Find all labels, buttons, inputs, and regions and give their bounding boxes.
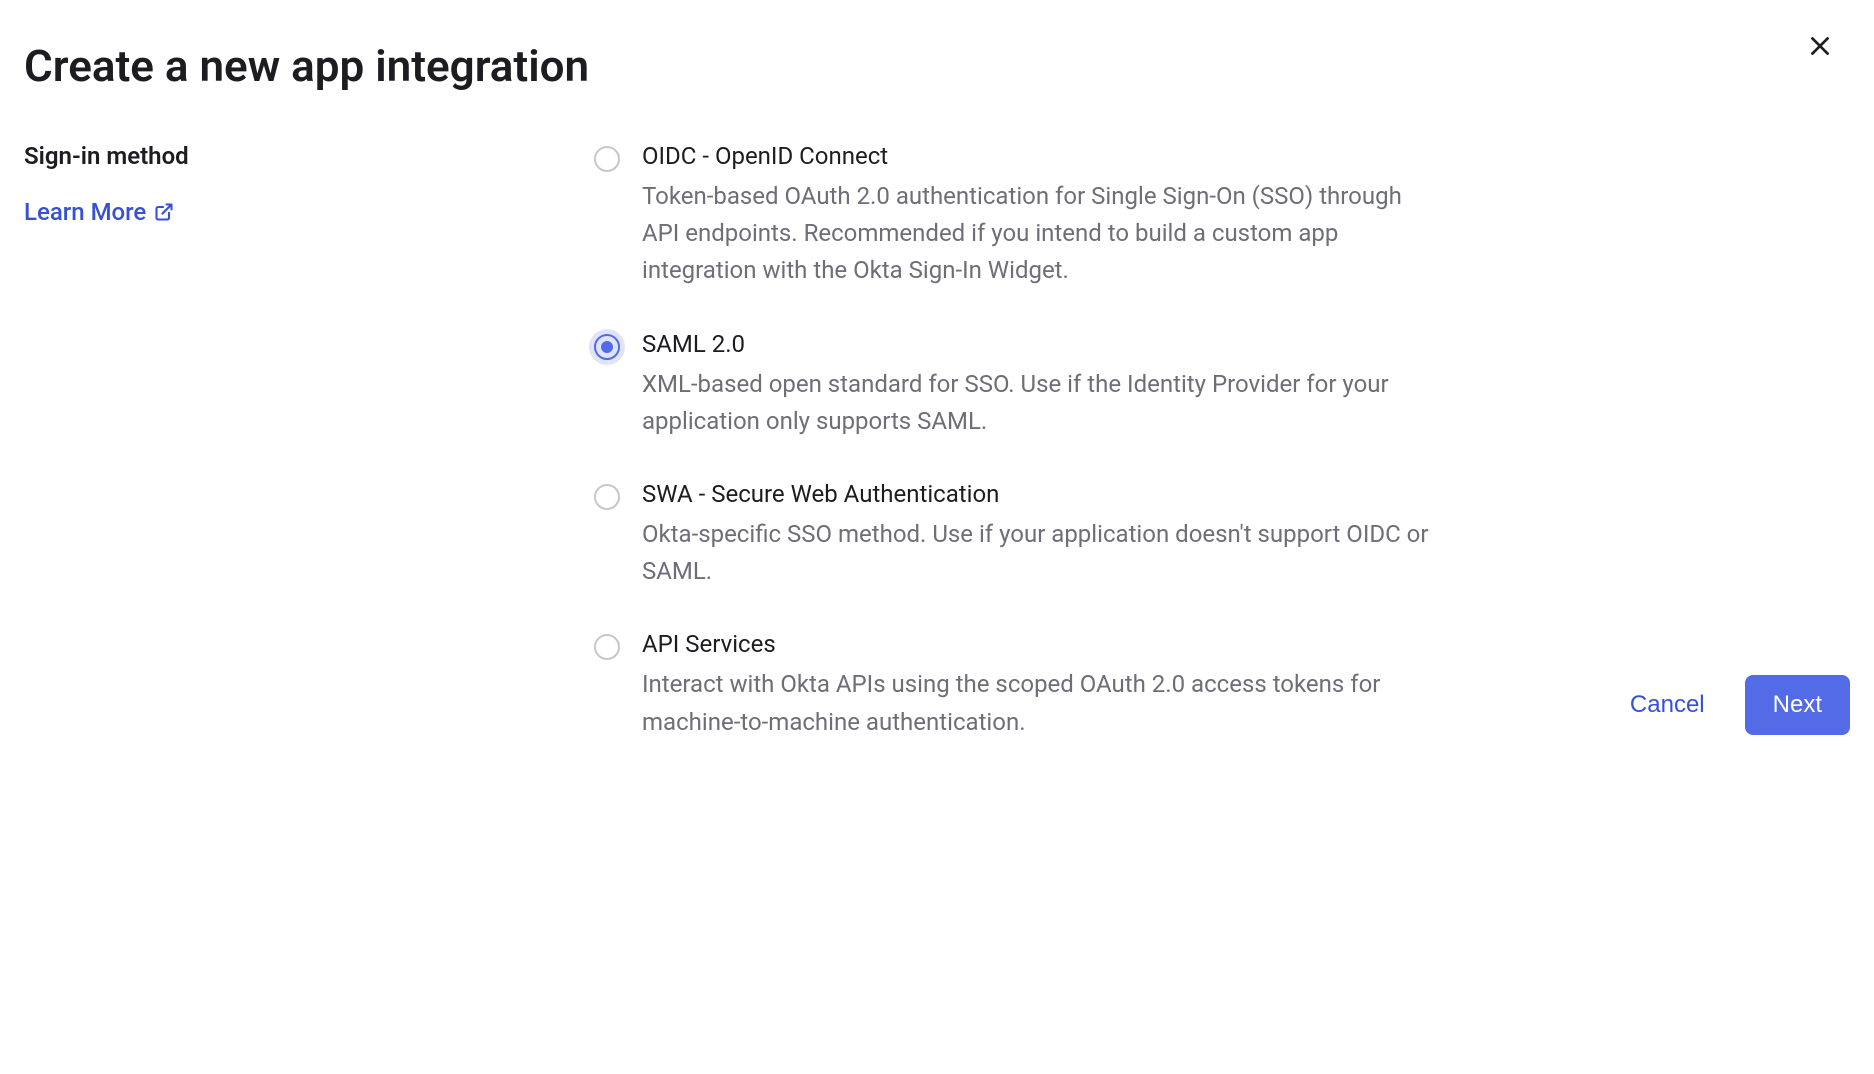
option-title: OIDC - OpenID Connect	[642, 142, 1444, 170]
option-description: Interact with Okta APIs using the scoped…	[642, 666, 1444, 740]
radio-input-api-services[interactable]	[594, 634, 620, 660]
radio-option-swa[interactable]: SWA - Secure Web Authentication Okta-spe…	[594, 480, 1444, 590]
option-title: SAML 2.0	[642, 330, 1444, 358]
cancel-button[interactable]: Cancel	[1620, 677, 1715, 733]
create-app-integration-modal: Create a new app integration Sign-in met…	[0, 0, 1874, 765]
option-title: API Services	[642, 630, 1444, 658]
learn-more-link[interactable]: Learn More	[24, 198, 174, 226]
learn-more-label: Learn More	[24, 198, 146, 226]
option-title: SWA - Secure Web Authentication	[642, 480, 1444, 508]
option-description: Token-based OAuth 2.0 authentication for…	[642, 178, 1444, 290]
next-button[interactable]: Next	[1745, 675, 1850, 735]
section-heading: Sign-in method	[24, 142, 594, 170]
radio-circle-icon	[594, 334, 620, 360]
modal-title: Create a new app integration	[24, 40, 1850, 92]
option-description: XML-based open standard for SSO. Use if …	[642, 366, 1444, 440]
radio-input-swa[interactable]	[594, 484, 620, 510]
option-body: API Services Interact with Okta APIs usi…	[642, 630, 1444, 740]
external-link-icon	[154, 202, 174, 222]
option-body: OIDC - OpenID Connect Token-based OAuth …	[642, 142, 1444, 290]
radio-option-api-services[interactable]: API Services Interact with Okta APIs usi…	[594, 630, 1444, 740]
option-body: SWA - Secure Web Authentication Okta-spe…	[642, 480, 1444, 590]
radio-option-saml[interactable]: SAML 2.0 XML-based open standard for SSO…	[594, 330, 1444, 440]
radio-circle-icon	[594, 484, 620, 510]
option-description: Okta-specific SSO method. Use if your ap…	[642, 516, 1444, 590]
modal-content: Sign-in method Learn More OIDC - OpenID …	[24, 142, 1850, 741]
left-column: Sign-in method Learn More	[24, 142, 594, 741]
option-body: SAML 2.0 XML-based open standard for SSO…	[642, 330, 1444, 440]
right-column: OIDC - OpenID Connect Token-based OAuth …	[594, 142, 1444, 741]
radio-input-saml[interactable]	[594, 334, 620, 360]
radio-circle-icon	[594, 146, 620, 172]
modal-footer: Cancel Next	[1620, 675, 1850, 735]
radio-option-oidc[interactable]: OIDC - OpenID Connect Token-based OAuth …	[594, 142, 1444, 290]
radio-circle-icon	[594, 634, 620, 660]
radio-input-oidc[interactable]	[594, 146, 620, 172]
close-button[interactable]	[1802, 28, 1838, 64]
close-icon	[1807, 33, 1833, 59]
